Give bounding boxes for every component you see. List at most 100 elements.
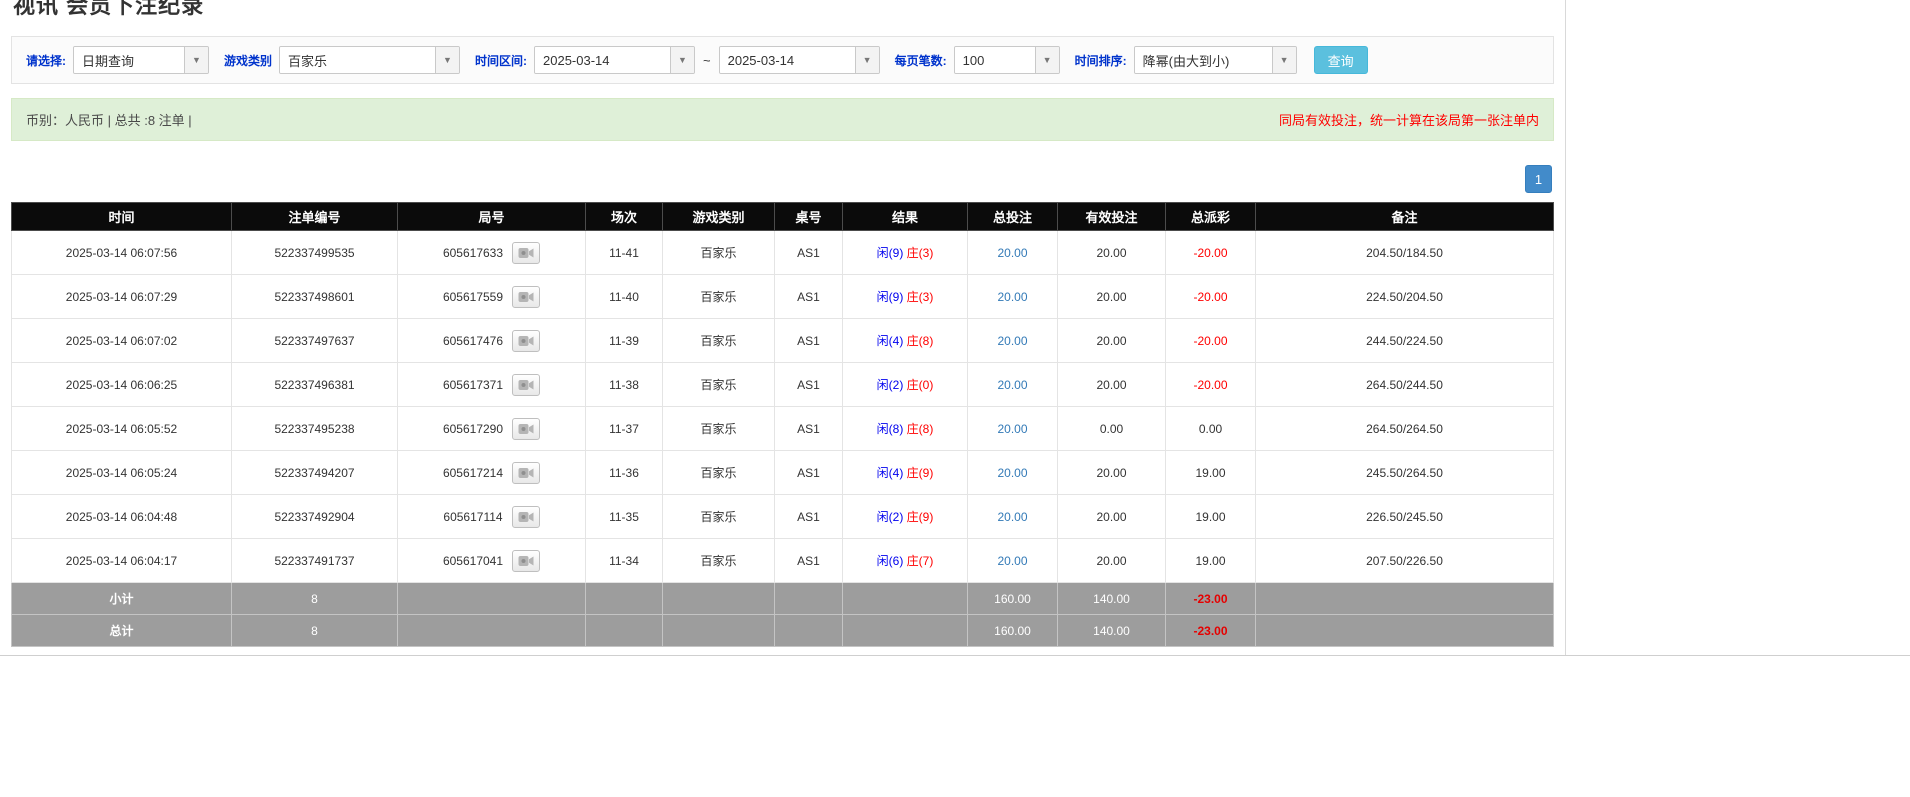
sort-order-select[interactable]: ▼	[1134, 46, 1297, 74]
banker-result: 庄(8)	[907, 422, 934, 436]
date-to-picker[interactable]: ▼	[719, 46, 880, 74]
video-replay-button[interactable]	[512, 286, 540, 308]
round-id: 605617290	[443, 422, 503, 436]
payout-value: -20.00	[1193, 246, 1227, 260]
chevron-down-icon[interactable]: ▼	[1272, 47, 1296, 73]
total-bet-link[interactable]: 20.00	[997, 466, 1027, 480]
game-type-cell: 百家乐	[663, 407, 775, 451]
video-icon	[518, 555, 534, 567]
payout-cell: 19.00	[1166, 539, 1256, 583]
time-cell: 2025-03-14 06:05:24	[12, 451, 232, 495]
session-cell: 11-41	[586, 231, 663, 275]
chevron-down-icon[interactable]: ▼	[1035, 47, 1059, 73]
video-replay-button[interactable]	[512, 506, 540, 528]
round-id: 605617633	[443, 246, 503, 260]
bet-id-cell: 522337497637	[232, 319, 398, 363]
bet-id-cell: 522337494207	[232, 451, 398, 495]
chevron-down-icon[interactable]: ▼	[855, 47, 879, 73]
bet-record-row: 2025-03-14 06:06:25522337496381605617371…	[12, 363, 1554, 407]
bet-records-table: 时间注单编号局号场次游戏类别桌号结果总投注有效投注总派彩备注 2025-03-1…	[11, 202, 1554, 647]
game-type-cell: 百家乐	[663, 451, 775, 495]
player-result: 闲(2)	[877, 378, 904, 392]
bet-record-row: 2025-03-14 06:07:56522337499535605617633…	[12, 231, 1554, 275]
note-cell: 204.50/184.50	[1256, 231, 1554, 275]
banker-result: 庄(3)	[907, 290, 934, 304]
bet-id-cell: 522337496381	[232, 363, 398, 407]
payout-cell: -20.00	[1166, 231, 1256, 275]
search-button[interactable]: 查询	[1314, 46, 1368, 74]
banker-result: 庄(0)	[907, 378, 934, 392]
content-panel: 视讯 会员下注纪录 请选择: ▼ 游戏类别 ▼ 时间区间: ▼ ~ ▼ 每	[0, 0, 1566, 655]
game-type-select[interactable]: ▼	[279, 46, 460, 74]
video-replay-button[interactable]	[512, 330, 540, 352]
time-cell: 2025-03-14 06:04:48	[12, 495, 232, 539]
query-type-input[interactable]	[74, 47, 184, 73]
time-cell: 2025-03-14 06:06:25	[12, 363, 232, 407]
column-header: 桌号	[775, 203, 843, 231]
total-bet-link[interactable]: 20.00	[997, 334, 1027, 348]
table-no-cell: AS1	[775, 319, 843, 363]
bet-id-cell: 522337499535	[232, 231, 398, 275]
video-replay-button[interactable]	[512, 374, 540, 396]
pagination: 1	[11, 165, 1554, 193]
footer-payout: -23.00	[1166, 583, 1256, 615]
session-cell: 11-39	[586, 319, 663, 363]
date-to-input[interactable]	[720, 47, 855, 73]
total-bet-link[interactable]: 20.00	[997, 510, 1027, 524]
player-result: 闲(2)	[877, 510, 904, 524]
video-replay-button[interactable]	[512, 550, 540, 572]
page-size-input[interactable]	[955, 47, 1035, 73]
date-from-input[interactable]	[535, 47, 670, 73]
time-range-label: 时间区间:	[475, 52, 527, 69]
chevron-down-icon[interactable]: ▼	[435, 47, 459, 73]
column-header: 总派彩	[1166, 203, 1256, 231]
bet-id-cell: 522337498601	[232, 275, 398, 319]
page-1-button[interactable]: 1	[1525, 165, 1552, 193]
table-header-row: 时间注单编号局号场次游戏类别桌号结果总投注有效投注总派彩备注	[12, 203, 1554, 231]
total-bet-link[interactable]: 20.00	[997, 246, 1027, 260]
banker-result: 庄(8)	[907, 334, 934, 348]
sort-order-label: 时间排序:	[1075, 52, 1127, 69]
note-cell: 245.50/264.50	[1256, 451, 1554, 495]
chevron-down-icon[interactable]: ▼	[670, 47, 694, 73]
session-cell: 11-38	[586, 363, 663, 407]
footer-total-bet: 160.00	[968, 583, 1058, 615]
date-from-picker[interactable]: ▼	[534, 46, 695, 74]
player-result: 闲(8)	[877, 422, 904, 436]
total-bet-link[interactable]: 20.00	[997, 554, 1027, 568]
footer-valid-bet: 140.00	[1058, 615, 1166, 647]
query-type-select[interactable]: ▼	[73, 46, 209, 74]
game-type-cell: 百家乐	[663, 275, 775, 319]
chevron-down-icon[interactable]: ▼	[184, 47, 208, 73]
video-replay-button[interactable]	[512, 462, 540, 484]
video-replay-button[interactable]	[512, 418, 540, 440]
session-cell: 11-37	[586, 407, 663, 451]
table-no-cell: AS1	[775, 363, 843, 407]
player-result: 闲(9)	[877, 246, 904, 260]
sort-order-input[interactable]	[1135, 47, 1272, 73]
game-type-cell: 百家乐	[663, 495, 775, 539]
footer-label: 小计	[12, 583, 232, 615]
note-cell: 264.50/264.50	[1256, 407, 1554, 451]
total-bet-link[interactable]: 20.00	[997, 378, 1027, 392]
payout-cell: 0.00	[1166, 407, 1256, 451]
table-no-cell: AS1	[775, 539, 843, 583]
video-replay-button[interactable]	[512, 242, 540, 264]
game-type-cell: 百家乐	[663, 539, 775, 583]
total-bet-cell: 20.00	[968, 275, 1058, 319]
valid-bet-cell: 20.00	[1058, 539, 1166, 583]
page-size-select[interactable]: ▼	[954, 46, 1060, 74]
summary-bar: 币别：人民币 | 总共 :8 注单 | 同局有效投注，统一计算在该局第一张注单内	[11, 98, 1554, 141]
game-type-label: 游戏类别	[224, 52, 272, 69]
game-type-input[interactable]	[280, 47, 435, 73]
result-cell: 闲(4) 庄(8)	[843, 319, 968, 363]
filter-bar: 请选择: ▼ 游戏类别 ▼ 时间区间: ▼ ~ ▼ 每页笔数:	[11, 36, 1554, 84]
total-bet-cell: 20.00	[968, 495, 1058, 539]
table-no-cell: AS1	[775, 407, 843, 451]
valid-bet-cell: 20.00	[1058, 495, 1166, 539]
total-bet-link[interactable]: 20.00	[997, 422, 1027, 436]
valid-bet-notice: 同局有效投注，统一计算在该局第一张注单内	[1279, 110, 1539, 129]
round-id: 605617214	[443, 466, 503, 480]
app-window: 视讯 会员下注纪录 请选择: ▼ 游戏类别 ▼ 时间区间: ▼ ~ ▼ 每	[0, 0, 1910, 797]
total-bet-link[interactable]: 20.00	[997, 290, 1027, 304]
